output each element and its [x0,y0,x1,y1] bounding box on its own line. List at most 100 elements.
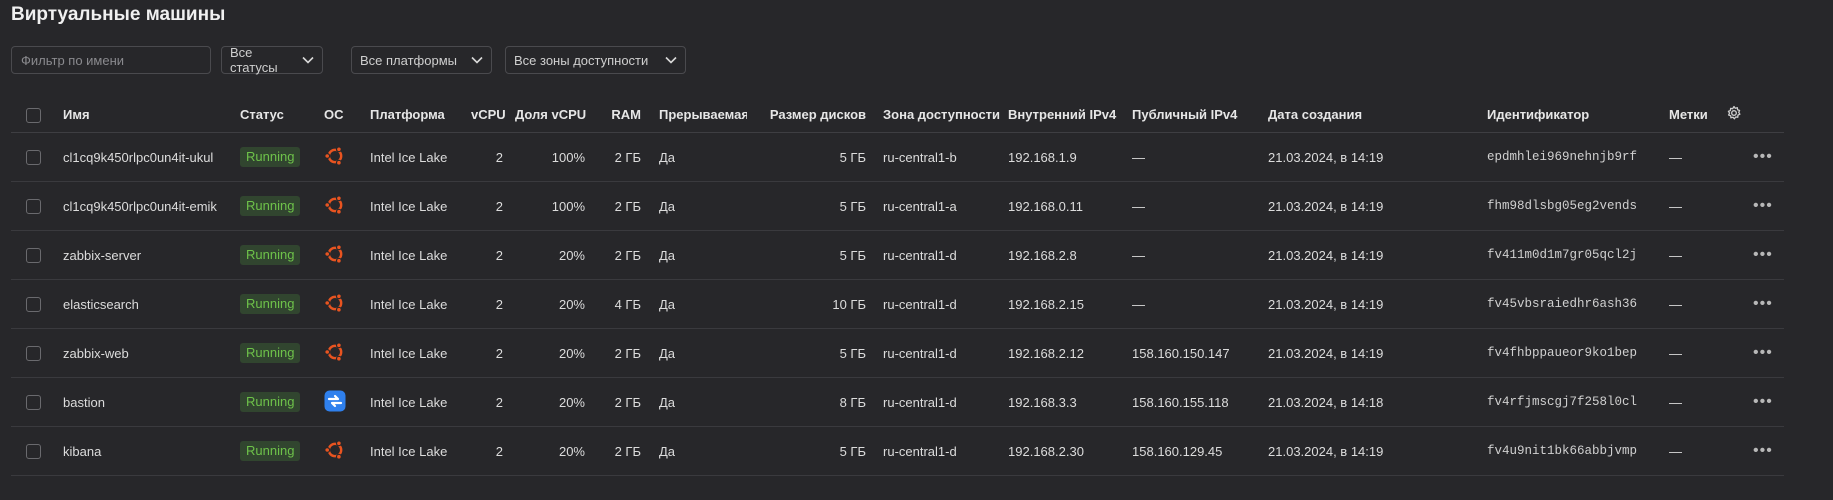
labels-cell: — [1669,230,1726,280]
disk-size-cell: 10 ГБ [747,279,867,329]
col-header-zone[interactable]: Зона доступности [866,97,1009,133]
more-horizontal-icon[interactable]: ••• [1725,246,1773,263]
public-ip-cell: — [1132,181,1269,231]
more-horizontal-icon[interactable]: ••• [1725,442,1773,459]
internal-ip-cell: 192.168.3.3 [1008,377,1133,427]
table-row[interactable]: elasticsearch Running Intel Ice Lake 2 2… [11,279,1785,329]
gear-icon[interactable] [1726,105,1742,121]
status-badge: Running [240,441,301,461]
row-checkbox[interactable] [26,199,41,215]
col-header-status[interactable]: Статус [240,97,324,133]
more-horizontal-icon[interactable]: ••• [1725,148,1773,165]
internal-ip-cell: 192.168.0.11 [1008,181,1133,231]
public-ip-cell: 158.160.155.118 [1132,377,1269,427]
public-ip-cell: — [1132,279,1269,329]
row-checkbox[interactable] [26,150,41,166]
status-filter-select[interactable]: Все статусы [221,45,323,75]
table-row[interactable]: zabbix-server Running Intel Ice Lake 2 2… [11,230,1785,280]
id-cell: fv4u9nit1bk66abbjvmp [1487,426,1670,476]
col-header-public-ip[interactable]: Публичный IPv4 [1132,97,1269,133]
zone-cell: ru-central1-d [866,426,1009,476]
id-cell: fv45vbsraiedhr6ash36 [1487,279,1670,329]
row-checkbox[interactable] [26,346,41,362]
table-row[interactable]: bastion Running Intel Ice Lake 2 20% 2 Г… [11,377,1785,427]
vcpu-share-cell: 100% [515,181,595,231]
ram-cell: 2 ГБ [595,426,641,476]
vcpu-cell: 2 [471,181,515,231]
vcpu-cell: 2 [471,328,515,378]
ubuntu-icon [324,439,346,461]
select-all-checkbox[interactable] [26,107,41,123]
col-header-vcpu[interactable]: vCPU [471,97,515,133]
disk-size-cell: 5 ГБ [747,132,867,182]
vm-name[interactable]: elasticsearch [63,279,240,329]
public-ip-cell: 158.160.129.45 [1132,426,1269,476]
disk-size-cell: 8 ГБ [747,377,867,427]
platform-cell: Intel Ice Lake [370,328,471,378]
created-cell: 21.03.2024, в 14:19 [1268,328,1488,378]
col-header-vcpu-share[interactable]: Доля vCPU [515,97,595,133]
col-header-disk-size[interactable]: Размер дисков [747,97,867,133]
vm-table: Имя Статус ОС Платформа vCPU Доля vCPU R… [11,97,1785,476]
zone-filter-label: Все зоны доступности [514,52,649,68]
row-checkbox[interactable] [26,297,41,313]
vm-name[interactable]: cl1cq9k450rlpc0un4it-emik [63,181,240,231]
preemptible-cell: Да [641,279,747,329]
ubuntu-icon [324,243,346,265]
nat-instance-icon [324,390,346,412]
created-cell: 21.03.2024, в 14:19 [1268,230,1488,280]
vm-name[interactable]: bastion [63,377,240,427]
table-row[interactable]: zabbix-web Running Intel Ice Lake 2 20% … [11,328,1785,378]
created-cell: 21.03.2024, в 14:19 [1268,132,1488,182]
col-header-labels[interactable]: Метки [1669,97,1726,133]
chevron-down-icon [665,56,677,64]
platform-cell: Intel Ice Lake [370,426,471,476]
platform-filter-select[interactable]: Все платформы [351,46,492,74]
labels-cell: — [1669,181,1726,231]
labels-cell: — [1669,377,1726,427]
table-row[interactable]: cl1cq9k450rlpc0un4it-emik Running Intel … [11,181,1785,231]
preemptible-cell: Да [641,181,747,231]
row-checkbox[interactable] [26,444,41,460]
created-cell: 21.03.2024, в 14:18 [1268,377,1488,427]
zone-cell: ru-central1-d [866,377,1009,427]
table-row[interactable]: kibana Running Intel Ice Lake 2 20% 2 ГБ… [11,426,1785,476]
col-header-preemptible[interactable]: Прерываемая [641,97,747,133]
status-badge: Running [240,147,301,167]
ram-cell: 2 ГБ [595,230,641,280]
more-horizontal-icon[interactable]: ••• [1725,344,1773,361]
col-header-name[interactable]: Имя [63,97,240,133]
more-horizontal-icon[interactable]: ••• [1725,295,1773,312]
preemptible-cell: Да [641,426,747,476]
public-ip-cell: — [1132,132,1269,182]
col-header-id[interactable]: Идентификатор [1487,97,1670,133]
name-filter-input[interactable] [11,46,211,74]
col-header-internal-ip[interactable]: Внутренний IPv4 [1008,97,1133,133]
more-horizontal-icon[interactable]: ••• [1725,197,1773,214]
labels-cell: — [1669,279,1726,329]
id-cell: fv411m0d1m7gr05qcl2j [1487,230,1670,280]
more-horizontal-icon[interactable]: ••• [1725,393,1773,410]
vcpu-share-cell: 20% [515,426,595,476]
platform-cell: Intel Ice Lake [370,377,471,427]
row-checkbox[interactable] [26,395,41,411]
vm-name[interactable]: cl1cq9k450rlpc0un4it-ukul [63,132,240,182]
internal-ip-cell: 192.168.2.30 [1008,426,1133,476]
id-cell: epdmhlei969nehnjb9rf [1487,132,1670,182]
row-checkbox[interactable] [26,248,41,264]
col-header-platform[interactable]: Платформа [370,97,471,133]
col-header-created[interactable]: Дата создания [1268,97,1488,133]
vm-name[interactable]: zabbix-server [63,230,240,280]
ubuntu-icon [324,194,346,216]
vcpu-cell: 2 [471,230,515,280]
table-row[interactable]: cl1cq9k450rlpc0un4it-ukul Running Intel … [11,132,1785,182]
vm-name[interactable]: zabbix-web [63,328,240,378]
zone-filter-select[interactable]: Все зоны доступности [505,46,686,74]
col-header-os[interactable]: ОС [324,97,370,133]
vcpu-share-cell: 100% [515,132,595,182]
col-header-ram[interactable]: RAM [595,97,641,133]
vm-name[interactable]: kibana [63,426,240,476]
disk-size-cell: 5 ГБ [747,426,867,476]
preemptible-cell: Да [641,328,747,378]
ram-cell: 2 ГБ [595,377,641,427]
